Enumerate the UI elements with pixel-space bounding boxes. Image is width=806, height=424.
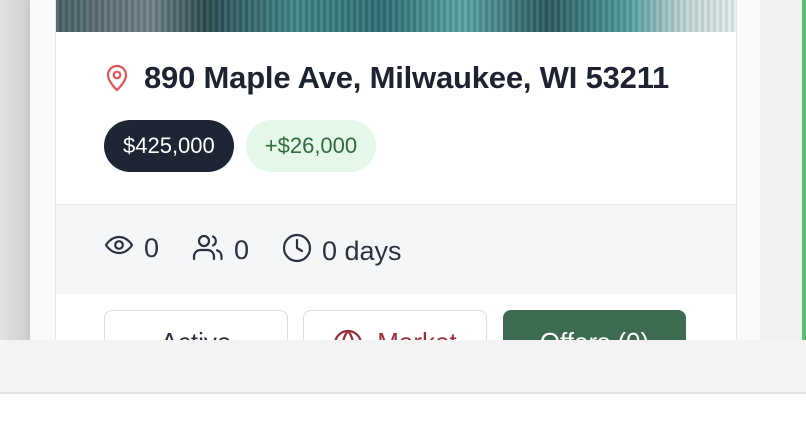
address-row: 890 Maple Ave, Milwaukee, WI 53211 [104, 60, 669, 96]
market-button[interactable]: Market [303, 310, 487, 340]
active-status-label: Active [161, 327, 232, 340]
people-count: 0 [234, 235, 250, 265]
property-card[interactable]: 890 Maple Ave, Milwaukee, WI 53211 $425,… [55, 0, 737, 340]
accent-scroll-indicator [802, 0, 806, 340]
property-address: 890 Maple Ave, Milwaukee, WI 53211 [144, 60, 670, 95]
right-gutter [760, 0, 802, 340]
app-viewport: 890 Maple Ave, Milwaukee, WI 53211 $425,… [0, 0, 806, 340]
eye-icon [104, 233, 134, 264]
price-row: $425,000 +$26,000 [104, 120, 377, 172]
views-stat: 0 [104, 233, 159, 264]
bottom-surface [0, 394, 806, 424]
bottom-bar [0, 340, 806, 424]
market-label: Market [377, 327, 456, 340]
offers-label: Offers (0) [540, 327, 649, 340]
days-stat: 0 days [282, 233, 402, 270]
stats-bar: 0 0 0 days [56, 205, 736, 294]
views-count: 0 [144, 233, 160, 263]
people-stat: 0 [192, 233, 249, 268]
days-on-market: 0 days [322, 236, 402, 266]
action-buttons: Active Market Offers (0) [104, 310, 688, 340]
active-status-button[interactable]: Active [104, 310, 288, 340]
price-change-badge: +$26,000 [245, 120, 377, 172]
price-badge: $425,000 [104, 120, 234, 172]
clock-icon [282, 233, 312, 270]
offers-button[interactable]: Offers (0) [503, 310, 686, 340]
left-gutter [0, 0, 30, 340]
map-pin-icon [104, 64, 130, 92]
users-icon [192, 233, 224, 268]
property-photo[interactable] [56, 0, 736, 32]
globe-icon [333, 329, 363, 340]
